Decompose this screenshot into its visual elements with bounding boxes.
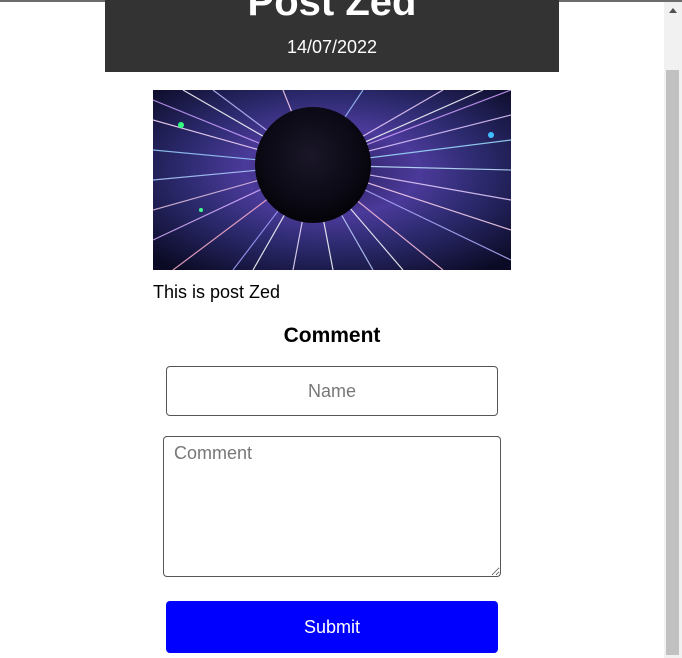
post-date: 14/07/2022 (286, 37, 378, 57)
post-title: Post Zed (247, 0, 417, 24)
scroll-up-arrow-icon[interactable] (669, 8, 677, 13)
vertical-scrollbar[interactable] (664, 2, 682, 658)
browser-viewport: Post Zed 14/07/2022 This is post Zed Com… (0, 0, 682, 658)
submit-button[interactable]: Submit (166, 601, 498, 653)
comment-heading: Comment (283, 324, 381, 347)
page-content: Post Zed 14/07/2022 This is post Zed Com… (0, 0, 664, 658)
name-input[interactable] (166, 366, 498, 416)
post-header: Post Zed 14/07/2022 (105, 0, 559, 72)
scrollbar-thumb[interactable] (666, 70, 679, 655)
comment-textarea[interactable] (163, 436, 501, 577)
post-image (153, 90, 511, 270)
post-body-text: This is post Zed (153, 282, 281, 302)
